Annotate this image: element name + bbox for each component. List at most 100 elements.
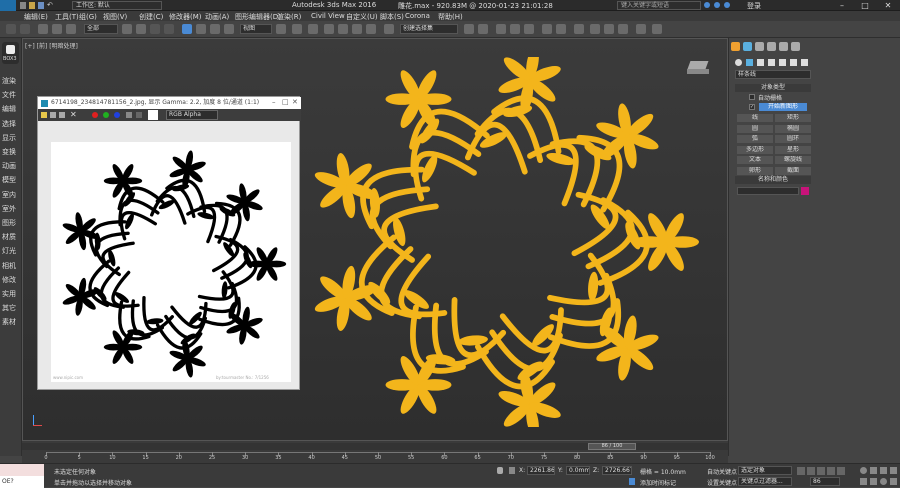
sidebar-item-7[interactable]: 模型 — [2, 175, 16, 185]
mono-icon[interactable] — [136, 112, 142, 118]
object-color-swatch[interactable] — [801, 187, 809, 195]
hierarchy-tab-icon[interactable] — [755, 42, 764, 51]
corona-framebuffer-icon[interactable] — [652, 24, 662, 34]
red-channel-icon[interactable] — [92, 112, 98, 118]
save-image-icon[interactable] — [41, 112, 47, 118]
keyboard-shortcut-icon[interactable] — [308, 24, 318, 34]
select-place-icon[interactable] — [224, 24, 234, 34]
frame-window-minimize-icon[interactable]: – — [272, 98, 276, 106]
open-file-icon[interactable] — [29, 2, 35, 9]
field-of-view-icon[interactable] — [860, 478, 867, 485]
star-icon[interactable] — [714, 2, 720, 8]
zoom-all-icon[interactable] — [870, 467, 877, 474]
render-frame-icon[interactable] — [604, 24, 614, 34]
window-crossing-icon[interactable] — [164, 24, 174, 34]
start-new-shape-button[interactable]: 开始新图形 — [759, 103, 807, 111]
shape-button-9[interactable]: 螺旋线 — [775, 156, 811, 164]
object-name-input[interactable] — [737, 187, 799, 195]
select-rotate-icon[interactable] — [196, 24, 206, 34]
shape-type-dropdown[interactable]: 样条线 — [735, 70, 811, 79]
z-coord-field[interactable]: 2726.667m — [602, 466, 632, 475]
helpers-icon[interactable] — [779, 59, 786, 66]
sidebar-item-12[interactable]: 灯光 — [2, 246, 16, 256]
alpha-channel-icon[interactable] — [126, 112, 132, 118]
time-slider[interactable]: 86 / 100 — [588, 443, 636, 450]
curve-editor-icon[interactable] — [542, 24, 552, 34]
layer-explorer-icon[interactable] — [496, 24, 506, 34]
lights-icon[interactable] — [757, 59, 764, 66]
frame-window-title[interactable]: 6714198_234814781156_2.jpg, 显示 Gamma: 2.… — [38, 97, 301, 109]
swatch-icon[interactable] — [148, 110, 158, 120]
sidebar-item-15[interactable]: 实用 — [2, 289, 16, 299]
undo-icon[interactable]: ↶ — [47, 2, 53, 9]
sidebar-item-14[interactable]: 修改 — [2, 275, 16, 285]
spinner-snap-icon[interactable] — [366, 24, 376, 34]
box3-logo[interactable]: BOX3 — [2, 42, 19, 64]
cameras-icon[interactable] — [768, 59, 775, 66]
modify-tab-icon[interactable] — [743, 42, 752, 51]
sidebar-item-2[interactable]: 编辑 — [2, 104, 16, 114]
user-icon[interactable] — [724, 2, 730, 8]
utilities-tab-icon[interactable] — [791, 42, 800, 51]
maxscript-listener[interactable] — [0, 464, 44, 476]
autogrid-checkbox[interactable] — [749, 94, 755, 100]
sidebar-item-11[interactable]: 材质 — [2, 232, 16, 242]
frame-window-close-icon[interactable]: ✕ — [292, 98, 298, 106]
sidebar-item-0[interactable]: 渲染 — [2, 76, 16, 86]
sidebar-item-17[interactable]: 素材 — [2, 317, 16, 327]
reference-coord-dropdown[interactable]: 视图 — [240, 24, 272, 34]
shape-button-1[interactable]: 矩形 — [775, 114, 811, 122]
auto-key-label[interactable]: 自动关键点 — [707, 467, 737, 476]
move-gizmo-icon[interactable] — [292, 24, 302, 34]
sidebar-item-10[interactable]: 图形 — [2, 218, 16, 228]
object-type-header[interactable]: 对象类型 — [735, 84, 811, 92]
redo-icon[interactable] — [20, 24, 30, 34]
sidebar-item-3[interactable]: 选择 — [2, 119, 16, 129]
link-icon[interactable] — [38, 24, 48, 34]
corona-render-icon[interactable] — [636, 24, 646, 34]
maximize-icon[interactable]: □ — [853, 0, 877, 11]
save-file-icon[interactable] — [38, 2, 44, 9]
selection-filter-dropdown[interactable]: 全部 — [84, 24, 118, 34]
next-frame-icon[interactable] — [827, 467, 835, 475]
shape-button-7[interactable]: 星形 — [775, 145, 811, 154]
workspace-selector[interactable]: 工作区: 默认 — [72, 1, 162, 10]
geometry-icon[interactable] — [735, 59, 742, 66]
pan-icon[interactable] — [870, 478, 877, 485]
render-setup-icon[interactable] — [590, 24, 600, 34]
shape-button-4[interactable]: 弧 — [737, 135, 773, 143]
sidebar-item-1[interactable]: 文件 — [2, 90, 16, 100]
sidebar-item-6[interactable]: 动画 — [2, 161, 16, 171]
orbit-icon[interactable] — [880, 478, 887, 485]
current-frame-field[interactable]: 86 — [810, 477, 840, 486]
copy-image-icon[interactable] — [50, 112, 56, 118]
login-button[interactable]: 登录 — [747, 1, 761, 11]
create-tab-icon[interactable] — [731, 42, 740, 51]
green-channel-icon[interactable] — [103, 112, 109, 118]
shape-button-8[interactable]: 文本 — [737, 156, 773, 164]
go-to-start-icon[interactable] — [797, 467, 805, 475]
layer-manager-icon[interactable] — [510, 24, 520, 34]
spacewarps-icon[interactable] — [790, 59, 797, 66]
close-icon[interactable]: ✕ — [876, 0, 900, 11]
bind-spacewarp-icon[interactable] — [66, 24, 76, 34]
add-time-tag[interactable]: 添加时间标记 — [640, 478, 676, 487]
key-filters-button[interactable]: 关键点过滤器... — [738, 477, 792, 486]
select-by-name-icon[interactable] — [136, 24, 146, 34]
motion-tab-icon[interactable] — [767, 42, 776, 51]
align-icon[interactable] — [478, 24, 488, 34]
blue-channel-icon[interactable] — [114, 112, 120, 118]
absolute-mode-icon[interactable] — [509, 467, 515, 474]
add-time-tag-icon[interactable] — [629, 478, 635, 485]
shape-button-0[interactable]: 线 — [737, 114, 773, 122]
angle-snap-icon[interactable] — [338, 24, 348, 34]
render-production-icon[interactable] — [618, 24, 628, 34]
shapes-icon[interactable] — [746, 59, 753, 66]
binoculars-icon[interactable] — [704, 2, 710, 8]
clear-icon[interactable]: ✕ — [70, 110, 77, 119]
key-filter-dropdown[interactable]: 选定对象 — [738, 466, 792, 475]
sidebar-item-9[interactable]: 室外 — [2, 204, 16, 214]
sidebar-item-5[interactable]: 变换 — [2, 147, 16, 157]
snap-3d-icon[interactable] — [324, 24, 334, 34]
shape-button-10[interactable]: 卵形 — [737, 166, 773, 175]
